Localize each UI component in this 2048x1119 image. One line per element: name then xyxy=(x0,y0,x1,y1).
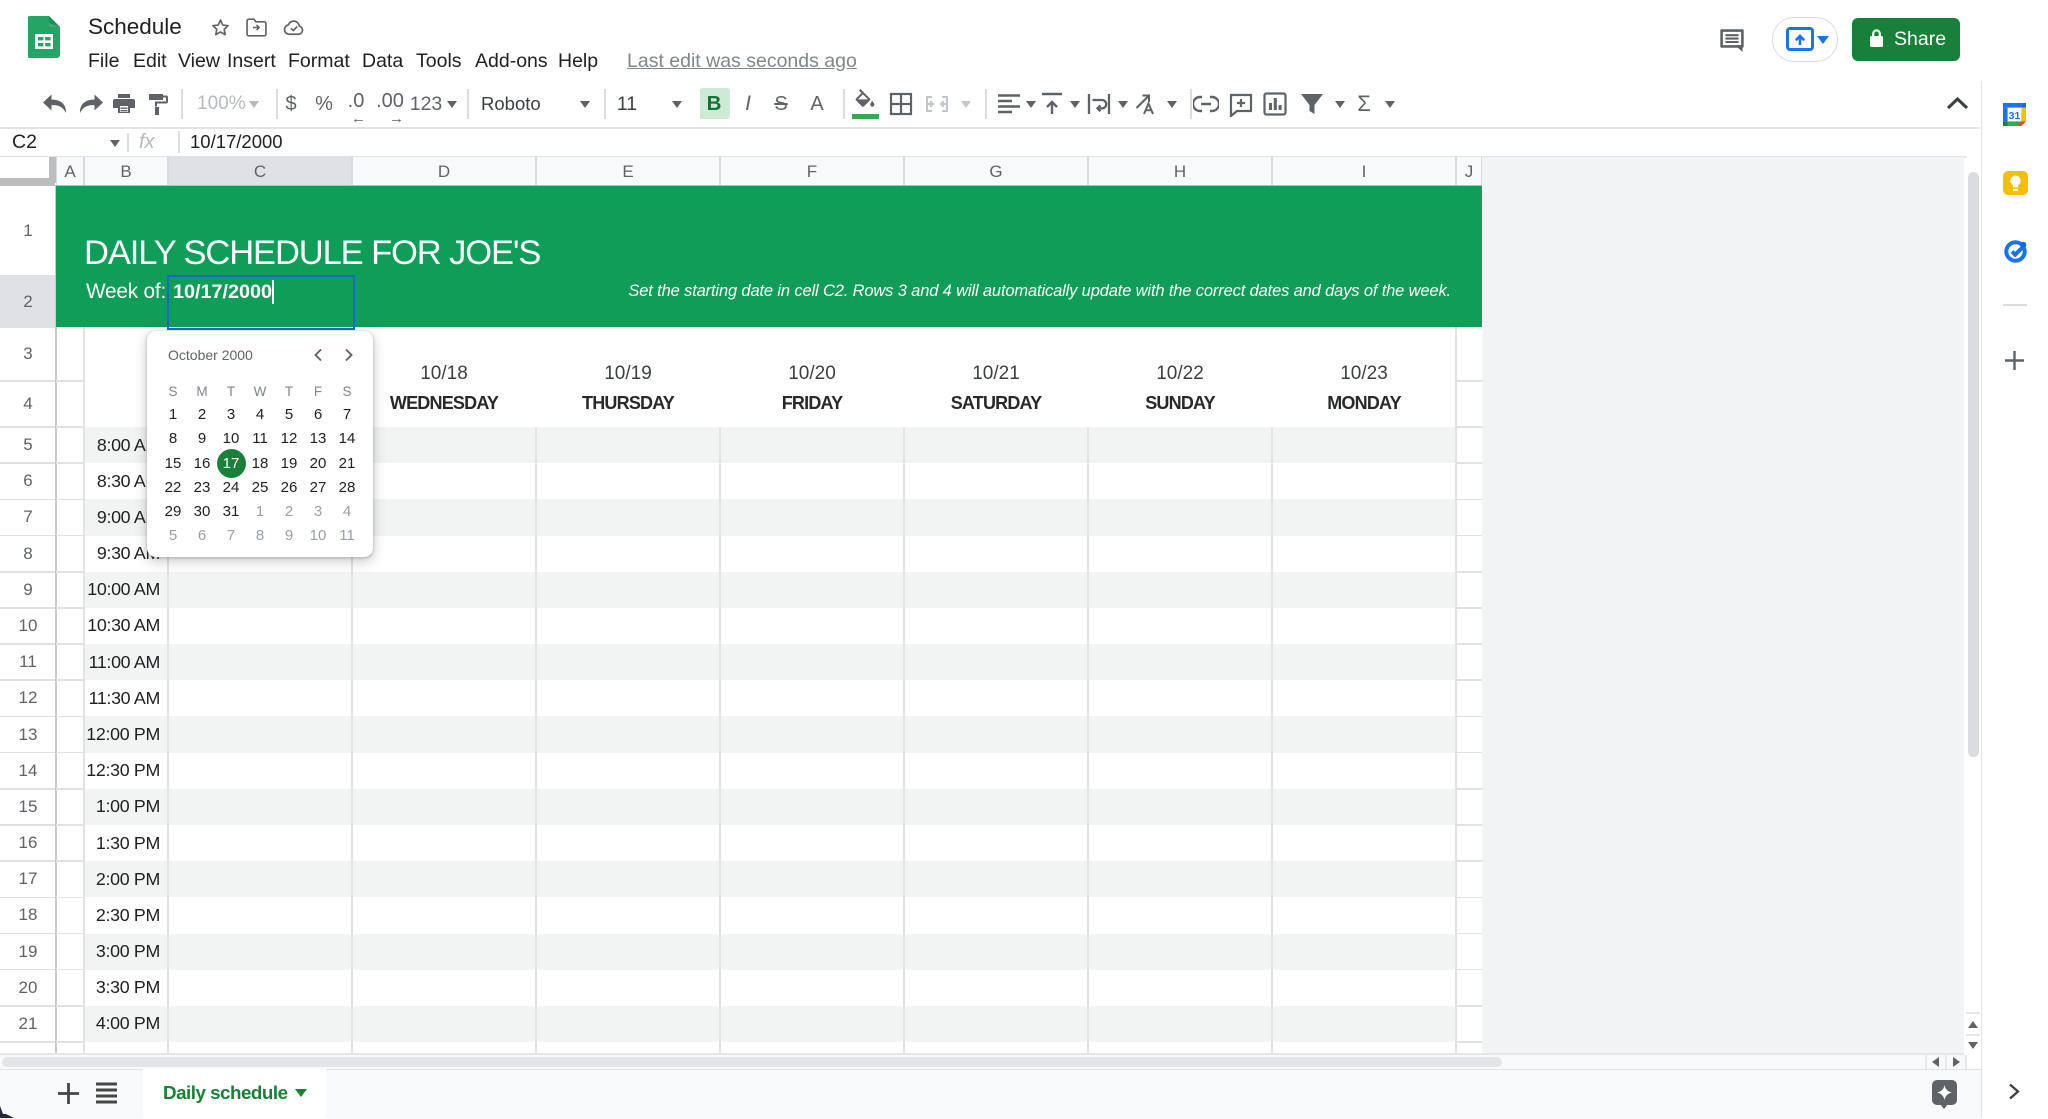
svg-text:31: 31 xyxy=(2009,110,2021,122)
